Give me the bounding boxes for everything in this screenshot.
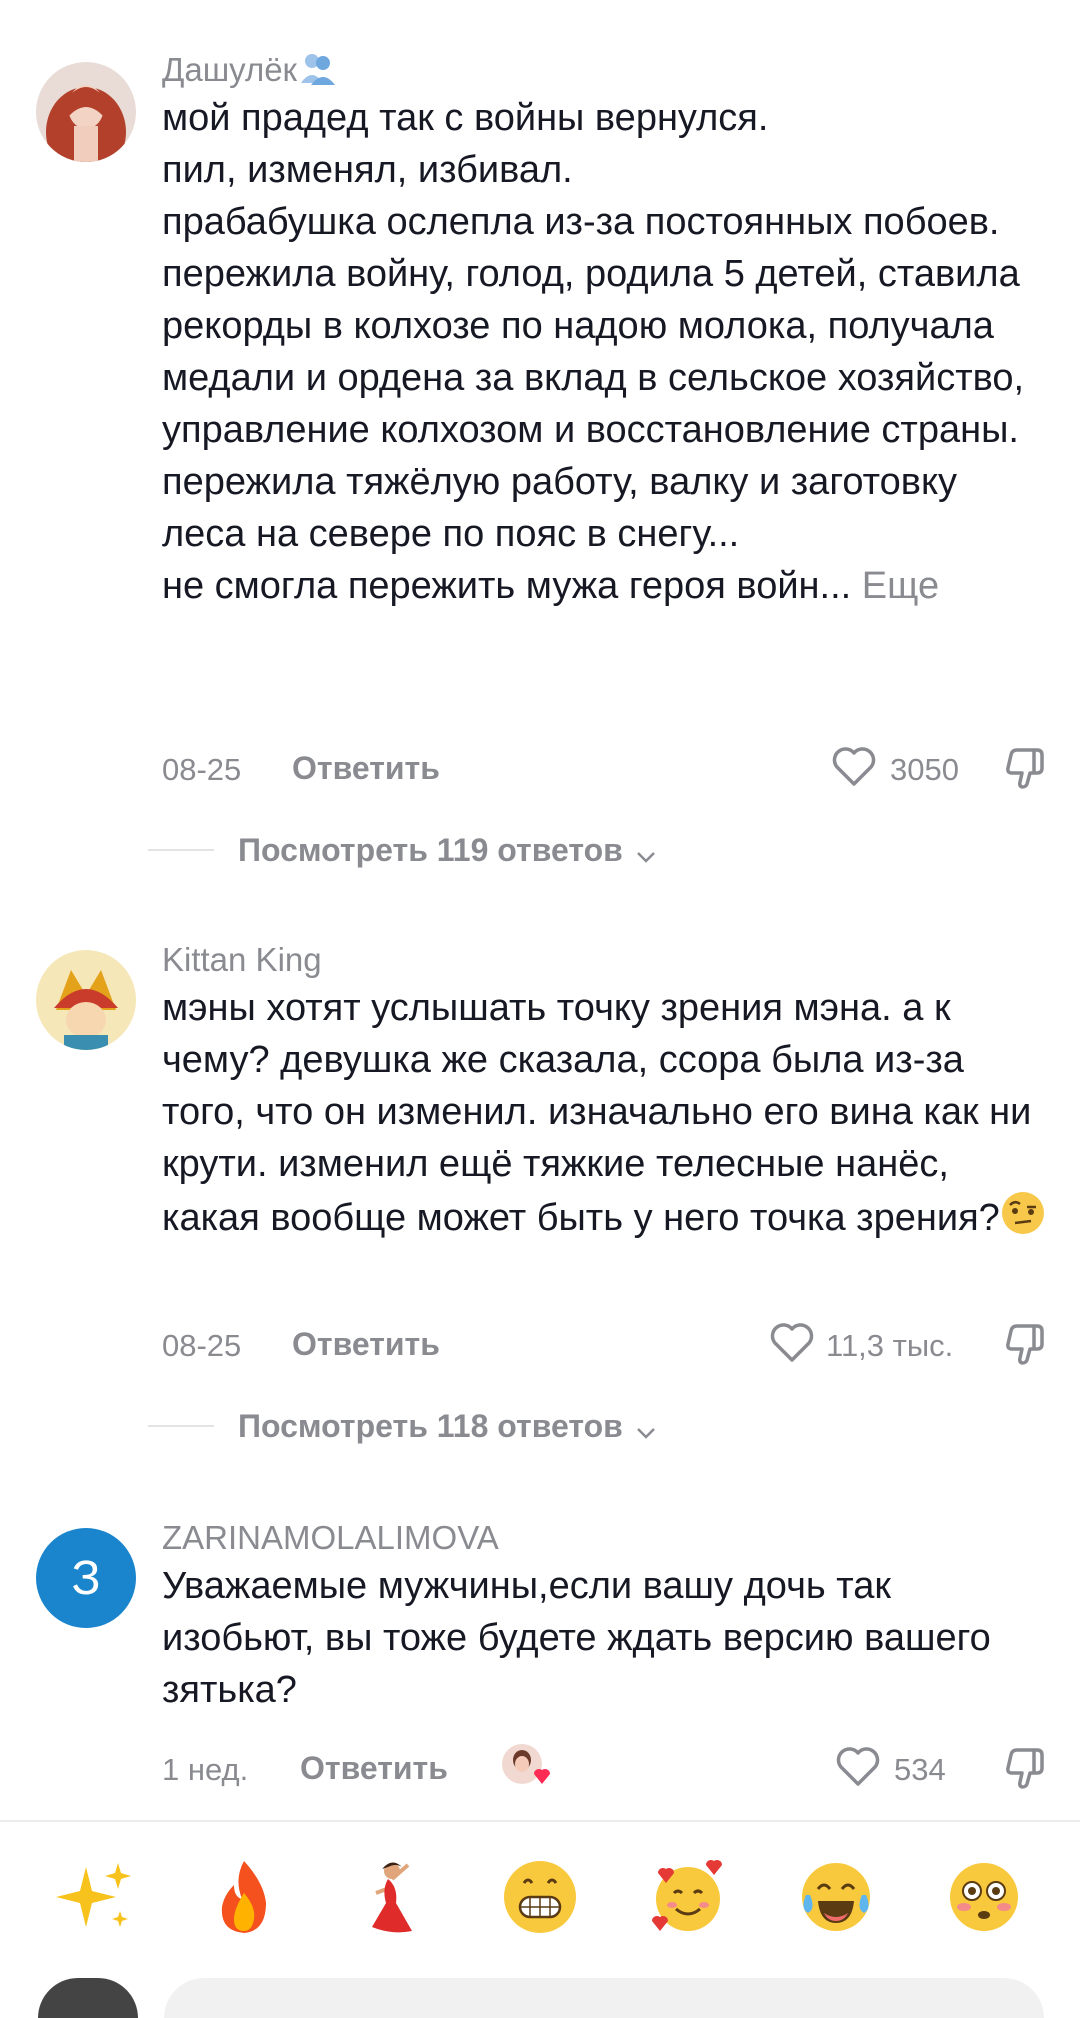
like-count: 534: [894, 1752, 946, 1787]
avatar[interactable]: З: [36, 1528, 136, 1628]
replies-divider: [148, 1425, 214, 1427]
view-replies-button[interactable]: Посмотреть 118 ответов: [148, 1402, 657, 1450]
fire-icon[interactable]: [194, 1847, 294, 1947]
chevron-down-icon: [635, 1415, 657, 1439]
comment-username[interactable]: Kittan King: [162, 940, 1050, 980]
creator-liked-avatar: [498, 1740, 552, 1794]
view-replies-button[interactable]: Посмотреть 119 ответов: [148, 826, 657, 874]
comment-text: мой прадед так с войны вернулся. пил, из…: [162, 92, 1050, 612]
replies-divider: [148, 849, 214, 851]
heart-icon[interactable]: [830, 742, 878, 790]
comment-text: Уважаемые мужчины,если вашу дочь так изо…: [162, 1565, 1002, 1711]
username-text[interactable]: Дашулёк: [162, 51, 297, 88]
emoji-quick-bar: [0, 1822, 1080, 1972]
comment-meta: 1 нед. Ответить 534: [162, 1740, 1050, 1796]
dancer-icon[interactable]: [342, 1847, 442, 1947]
avatar[interactable]: [36, 62, 136, 162]
dislike-icon[interactable]: [1000, 1318, 1050, 1368]
replies-label[interactable]: Посмотреть 119 ответов: [238, 832, 623, 869]
comment-meta: 08-25 Ответить 11,3 тыс.: [162, 1316, 1050, 1372]
flushed-face-icon[interactable]: [934, 1847, 1034, 1947]
comment-username[interactable]: Дашулёк: [162, 50, 1050, 90]
comment-text-content: мой прадед так с войны вернулся. пил, из…: [162, 97, 1025, 607]
grinning-face-icon[interactable]: [490, 1847, 590, 1947]
comment-date: 08-25: [162, 752, 242, 787]
replies-label[interactable]: Посмотреть 118 ответов: [238, 1408, 623, 1445]
reply-button[interactable]: Ответить: [292, 1326, 440, 1363]
more-link[interactable]: Еще: [862, 565, 939, 607]
dislike-icon[interactable]: [1000, 742, 1050, 792]
comment-text: мэны хотят услышать точку зрения мэна. а…: [162, 982, 1050, 1250]
avatar-letter: З: [71, 1551, 101, 1605]
comment-date: 08-25: [162, 1328, 242, 1363]
people-icon: [299, 51, 335, 94]
sparkles-icon[interactable]: [46, 1847, 146, 1947]
tears-of-joy-icon[interactable]: [786, 1847, 886, 1947]
comment-text-content: мэны хотят услышать точку зрения мэна. а…: [162, 987, 1042, 1239]
comment-username[interactable]: ZARINAMOLALIMOVA: [162, 1518, 1050, 1558]
reply-button[interactable]: Ответить: [292, 750, 440, 787]
smiling-face-with-hearts-icon[interactable]: [638, 1847, 738, 1947]
heart-icon[interactable]: [834, 1742, 882, 1790]
like-count: 3050: [890, 752, 959, 787]
avatar[interactable]: [36, 950, 136, 1050]
comment-input-stub[interactable]: [164, 1978, 1044, 2018]
comment-date: 1 нед.: [162, 1752, 249, 1787]
like-count: 11,3 тыс.: [826, 1328, 954, 1363]
dislike-icon[interactable]: [1000, 1742, 1050, 1792]
chevron-down-icon: [635, 839, 657, 863]
user-avatar-stub[interactable]: [38, 1978, 138, 2018]
face-with-raised-eyebrow-icon: [1000, 1190, 1046, 1250]
comment-meta: 08-25 Ответить 3050: [162, 740, 1050, 796]
heart-icon[interactable]: [768, 1318, 816, 1366]
reply-button[interactable]: Ответить: [300, 1750, 448, 1787]
